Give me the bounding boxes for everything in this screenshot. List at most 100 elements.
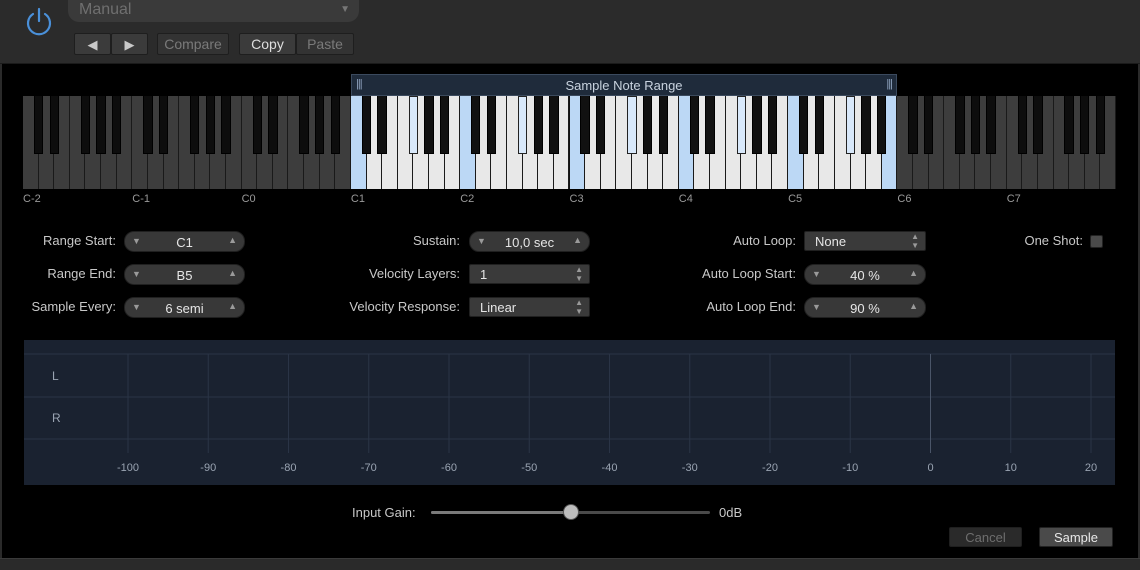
velocity-layers-value: 1 <box>480 267 488 282</box>
black-key-as7[interactable] <box>1095 96 1106 154</box>
octave-label: C0 <box>241 193 256 205</box>
input-gain-knob[interactable] <box>562 504 579 520</box>
black-key-as4[interactable] <box>767 96 778 154</box>
black-key-fs-1[interactable] <box>190 96 200 154</box>
previous-preset-button[interactable]: ◀ <box>74 33 111 55</box>
black-key-gs6[interactable] <box>970 96 981 154</box>
sustain-stepper[interactable]: ▼ 10,0 sec ▲ <box>469 231 590 252</box>
black-key-cs0[interactable] <box>252 96 262 154</box>
black-key-as2[interactable] <box>549 96 559 154</box>
black-key-fs3[interactable] <box>627 96 637 154</box>
black-key-cs7[interactable] <box>1017 96 1027 154</box>
range-start-stepper[interactable]: ▼ C1 ▲ <box>124 231 245 252</box>
black-key-gs5[interactable] <box>861 96 871 154</box>
black-key-ds5[interactable] <box>814 96 824 154</box>
black-key-gs0[interactable] <box>314 96 325 154</box>
black-key-cs-1[interactable] <box>143 96 153 154</box>
auto-loop-start-stepper[interactable]: ▼ 40 % ▲ <box>804 264 926 285</box>
meter-tick-label: -10 <box>842 462 859 474</box>
cancel-button[interactable]: Cancel <box>949 527 1022 547</box>
black-key-cs6[interactable] <box>908 96 918 154</box>
black-key-fs1[interactable] <box>408 96 419 154</box>
black-key-as1[interactable] <box>439 96 450 154</box>
black-key-as0[interactable] <box>330 96 340 154</box>
black-key-cs-2[interactable] <box>33 96 44 154</box>
copy-button[interactable]: Copy <box>239 33 296 55</box>
increment-icon[interactable]: ▲ <box>228 301 237 311</box>
black-key-as-1[interactable] <box>221 96 231 154</box>
input-gain-value: 0dB <box>719 505 743 520</box>
black-key-gs1[interactable] <box>424 96 434 154</box>
auto-loop-end-label: Auto Loop End: <box>706 299 796 314</box>
range-end-handle[interactable]: ||| <box>886 78 893 90</box>
black-key-gs-2[interactable] <box>96 96 106 154</box>
auto-loop-end-stepper[interactable]: ▼ 90 % ▲ <box>804 297 926 318</box>
one-shot-checkbox[interactable] <box>1090 235 1103 248</box>
increment-icon[interactable]: ▲ <box>573 235 582 245</box>
meter-tick-label: -40 <box>601 462 618 474</box>
black-key-cs3[interactable] <box>580 96 590 154</box>
sample-every-stepper[interactable]: ▼ 6 semi ▲ <box>124 297 245 318</box>
range-end-stepper[interactable]: ▼ B5 ▲ <box>124 264 245 285</box>
black-key-fs5[interactable] <box>845 96 856 154</box>
one-shot-label: One Shot: <box>1024 233 1083 248</box>
black-key-fs-2[interactable] <box>80 96 91 154</box>
auto-loop-end-value: 90 % <box>850 301 880 316</box>
octave-labels: C-2 C-1 C0 C1 C2 C3 C4 C5 C6 C7 <box>0 193 1140 207</box>
black-key-fs0[interactable] <box>299 96 309 154</box>
meter-tick-label: -90 <box>200 462 217 474</box>
meter-tick-label: -80 <box>280 462 297 474</box>
window-footer <box>0 558 1140 570</box>
velocity-response-select[interactable]: Linear ▲ ▼ <box>469 297 590 317</box>
black-key-cs2[interactable] <box>471 96 481 154</box>
black-key-ds6[interactable] <box>923 96 934 154</box>
auto-loop-label: Auto Loop: <box>733 233 796 248</box>
range-start-value: C1 <box>176 235 193 250</box>
black-key-gs2[interactable] <box>533 96 543 154</box>
black-key-as3[interactable] <box>658 96 668 154</box>
black-key-fs6[interactable] <box>955 96 965 154</box>
black-key-ds-1[interactable] <box>158 96 169 154</box>
sample-note-range-bar[interactable]: ||| Sample Note Range ||| <box>351 74 897 96</box>
meter-tick-label: -70 <box>360 462 377 474</box>
black-key-gs3[interactable] <box>642 96 653 154</box>
black-key-ds-2[interactable] <box>49 96 59 154</box>
piano-keyboard[interactable] <box>23 96 1116 189</box>
black-key-ds7[interactable] <box>1033 96 1043 154</box>
black-key-cs4[interactable] <box>689 96 700 154</box>
black-key-gs-1[interactable] <box>205 96 216 154</box>
power-icon[interactable] <box>22 5 56 39</box>
black-key-fs4[interactable] <box>736 96 746 154</box>
black-key-cs5[interactable] <box>799 96 809 154</box>
black-key-ds0[interactable] <box>268 96 278 154</box>
increment-icon[interactable]: ▲ <box>909 301 918 311</box>
velocity-layers-select[interactable]: 1 ▲ ▼ <box>469 264 590 284</box>
auto-loop-start-value: 40 % <box>850 268 880 283</box>
paste-button[interactable]: Paste <box>296 33 354 55</box>
black-key-ds2[interactable] <box>486 96 497 154</box>
next-preset-button[interactable]: ▶ <box>111 33 148 55</box>
black-key-fs7[interactable] <box>1064 96 1074 154</box>
black-key-ds4[interactable] <box>705 96 715 154</box>
black-key-gs7[interactable] <box>1080 96 1090 154</box>
black-key-cs1[interactable] <box>361 96 372 154</box>
increment-icon[interactable]: ▲ <box>228 235 237 245</box>
increment-icon[interactable]: ▲ <box>228 268 237 278</box>
compare-button[interactable]: Compare <box>157 33 229 55</box>
sample-button[interactable]: Sample <box>1039 527 1113 547</box>
black-key-ds1[interactable] <box>377 96 387 154</box>
meter-channel-left: L <box>52 369 59 383</box>
increment-icon[interactable]: ▲ <box>909 268 918 278</box>
meter-channel-right: R <box>52 411 61 425</box>
updown-chevron-icon: ▲ ▼ <box>911 232 919 250</box>
black-key-as-2[interactable] <box>112 96 122 154</box>
black-key-as5[interactable] <box>877 96 887 154</box>
black-key-fs2[interactable] <box>517 96 528 154</box>
auto-loop-select[interactable]: None ▲ ▼ <box>804 231 926 251</box>
preset-menu[interactable]: Manual ▼ <box>68 0 359 22</box>
black-key-ds3[interactable] <box>596 96 606 154</box>
black-key-as6[interactable] <box>986 96 996 154</box>
range-end-value: B5 <box>176 268 193 283</box>
black-key-gs4[interactable] <box>752 96 762 154</box>
sustain-label: Sustain: <box>413 233 460 248</box>
